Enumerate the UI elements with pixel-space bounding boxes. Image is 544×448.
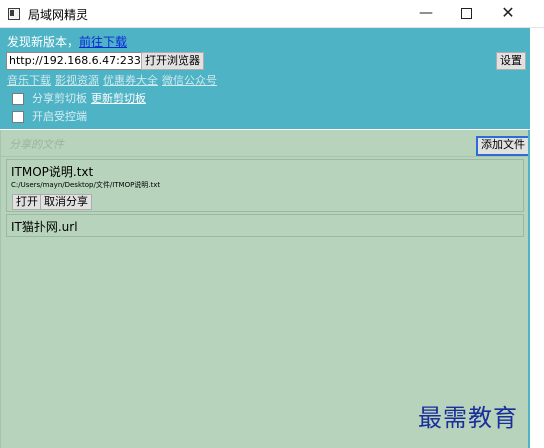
share-clipboard-row: 分享剪切板 更新剪切板: [12, 90, 146, 106]
controlled-mode-checkbox[interactable]: [12, 111, 24, 123]
maximize-icon: [460, 7, 472, 19]
download-link[interactable]: 前往下载: [79, 35, 127, 49]
window-border: [528, 130, 530, 448]
open-file-button[interactable]: 打开: [12, 194, 42, 210]
maximize-button[interactable]: [446, 0, 486, 27]
url-field[interactable]: http://192.168.6.47:2333: [6, 52, 142, 70]
share-clipboard-checkbox[interactable]: [12, 93, 24, 105]
file-path: C:/Users/mayn/Desktop/文件/ITMOP说明.txt: [11, 181, 161, 189]
file-name: IT猫扑网.url: [11, 220, 78, 234]
controlled-mode-row: 开启受控端: [12, 108, 87, 124]
update-notice: 发现新版本，前往下载: [7, 33, 127, 50]
quick-links: 音乐下载 影视资源 优惠券大全 微信公众号: [7, 72, 221, 88]
file-item: IT猫扑网.url: [6, 214, 524, 237]
settings-button[interactable]: 设置: [496, 52, 526, 70]
link-music-download[interactable]: 音乐下载: [7, 74, 51, 87]
unshare-button[interactable]: 取消分享: [40, 194, 92, 210]
header-panel: 发现新版本，前往下载 http://192.168.6.47:2333 打开浏览…: [0, 28, 530, 129]
file-name: ITMOP说明.txt: [11, 165, 94, 179]
add-file-button[interactable]: 添加文件: [476, 136, 530, 156]
divider: [1, 156, 529, 157]
open-browser-button[interactable]: 打开浏览器: [141, 52, 204, 70]
app-window-icon: [8, 8, 20, 20]
close-button[interactable]: ✕: [488, 0, 528, 27]
minimize-button[interactable]: —: [406, 0, 446, 27]
window-title: 局域网精灵: [28, 8, 89, 22]
controlled-mode-label: 开启受控端: [32, 110, 87, 123]
share-clipboard-label: 分享剪切板: [32, 92, 87, 105]
link-video-resources[interactable]: 影视资源: [55, 74, 99, 87]
title-bar: 局域网精灵 — ✕: [0, 0, 544, 28]
watermark: 最需教育: [418, 404, 518, 432]
file-item: ITMOP说明.txt C:/Users/mayn/Desktop/文件/ITM…: [6, 159, 524, 212]
link-wechat-account[interactable]: 微信公众号: [162, 74, 217, 87]
refresh-clipboard-link[interactable]: 更新剪切板: [91, 92, 146, 105]
shared-files-label: 分享的文件: [9, 138, 64, 151]
update-text: 发现新版本，: [7, 35, 80, 49]
link-coupons[interactable]: 优惠券大全: [103, 74, 158, 87]
